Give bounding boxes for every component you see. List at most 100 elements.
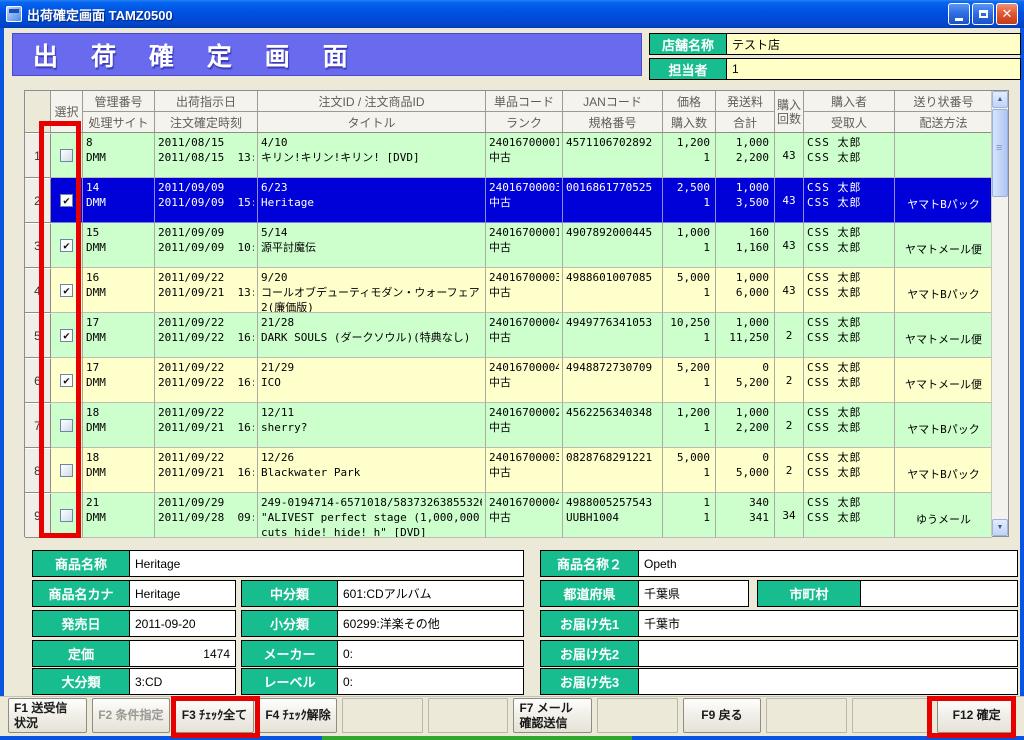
field-dai-bunrui[interactable]: 3:CD — [130, 669, 235, 694]
field-maker[interactable]: 0: — [338, 641, 523, 666]
detail-label-hatsubaibi: 発売日 — [33, 611, 130, 636]
field-sho-bunrui[interactable]: 60299:洋楽その他 — [338, 611, 523, 636]
row-number[interactable]: 1 — [25, 133, 51, 178]
date-cell-line1: 2011/08/15 — [158, 135, 254, 150]
field-otodokesaki3[interactable] — [639, 669, 1017, 694]
row-checkbox[interactable]: ✔ — [60, 329, 73, 342]
row-number[interactable]: 3 — [25, 223, 51, 268]
table-row[interactable]: 718DMM2011/09/222011/09/21 16:4612/11she… — [25, 403, 992, 448]
field-shohin-meisho[interactable]: Heritage — [130, 551, 523, 576]
staff-field[interactable]: 1 — [727, 59, 1020, 79]
f3-button[interactable]: F3 ﾁｪｯｸ全て — [175, 698, 254, 733]
date-cell-line1: 2011/09/29 — [158, 495, 254, 510]
f1-button[interactable]: F1 送受信状況 — [8, 698, 87, 733]
row-checkbox[interactable]: ✔ — [60, 284, 73, 297]
invoice-cell-line2: ヤマトBパック — [898, 422, 989, 437]
table-row[interactable]: 6✔17DMM2011/09/222011/09/22 16:3221/29IC… — [25, 358, 992, 403]
field-otodokesaki2[interactable] — [639, 641, 1017, 666]
table-row[interactable]: 818DMM2011/09/222011/09/21 16:4612/26Bla… — [25, 448, 992, 493]
times-value: 2 — [786, 463, 793, 478]
row-checkbox[interactable]: ✔ — [60, 194, 73, 207]
field-shichoson[interactable] — [861, 581, 1017, 606]
row-checkbox[interactable] — [60, 419, 73, 432]
row-number[interactable]: 2 — [25, 178, 51, 223]
row-checkbox[interactable]: ✔ — [60, 239, 73, 252]
kanri-cell-line2: DMM — [86, 420, 151, 435]
table-row[interactable]: 921DMM2011/09/292011/09/28 09:35249-0194… — [25, 493, 992, 538]
price-cell: 1,2001 — [663, 403, 716, 448]
detail-pair-shohin-kana: 商品名カナHeritage — [32, 580, 236, 607]
row-number[interactable]: 6 — [25, 358, 51, 403]
field-otodokesaki1[interactable]: 千葉市 — [639, 611, 1017, 636]
f7-button[interactable]: F7 メール確認送信 — [513, 698, 592, 733]
detail-label-chu-bunrui: 中分類 — [242, 581, 338, 606]
kanri-cell: 18DMM — [83, 403, 155, 448]
times-cell: 2 — [775, 313, 804, 358]
vertical-scrollbar[interactable]: ▲ ▼ — [991, 91, 1008, 536]
detail-pair-otodokesaki2: お届け先2 — [540, 640, 1018, 667]
times-cell: 34 — [775, 493, 804, 538]
fee-cell-line2: 11,250 — [719, 330, 769, 345]
price-cell-line1: 1,200 — [666, 135, 710, 150]
row-checkbox[interactable] — [60, 149, 73, 162]
maximize-button[interactable] — [972, 3, 994, 25]
field-todofuken[interactable]: 千葉県 — [639, 581, 748, 606]
table-row[interactable]: 2✔14DMM2011/09/092011/09/09 15:236/23Her… — [25, 178, 992, 223]
select-cell — [51, 403, 83, 448]
jan-cell-line1: 4988005257543 — [566, 495, 659, 510]
row-checkbox[interactable]: ✔ — [60, 374, 73, 387]
scrollbar-thumb[interactable] — [992, 109, 1008, 197]
row-checkbox[interactable] — [60, 509, 73, 522]
buyer-cell-line2: CSS 太郎 — [807, 510, 891, 525]
function-slot-empty — [766, 698, 847, 733]
date-cell-line1: 2011/09/09 — [158, 225, 254, 240]
field-shohin-kana[interactable]: Heritage — [130, 581, 235, 606]
close-button[interactable]: ✕ — [996, 3, 1018, 25]
invoice-cell-line1 — [898, 135, 989, 150]
store-name-field[interactable]: テスト店 — [727, 34, 1020, 54]
f9-label-0: F9 戻る — [701, 708, 742, 723]
row-number[interactable]: 8 — [25, 448, 51, 493]
jan-cell: 4948872730709 — [563, 358, 663, 403]
table-header: 選択 管理番号 処理サイト 出荷指示日 注文確定時刻 注文ID / 注文商品ID… — [25, 91, 992, 133]
price-cell-line2: 1 — [666, 285, 710, 300]
invoice-cell-line2: ヤマトメール便 — [898, 332, 989, 347]
table-row[interactable]: 3✔15DMM2011/09/092011/09/09 10:435/14源平討… — [25, 223, 992, 268]
fee-cell-line1: 1,000 — [719, 315, 769, 330]
row-number[interactable]: 7 — [25, 403, 51, 448]
row-number[interactable]: 5 — [25, 313, 51, 358]
invoice-cell: ヤマトBパック — [895, 448, 992, 493]
f12-button[interactable]: F12 確定 — [937, 698, 1016, 733]
scroll-up-icon[interactable]: ▲ — [992, 91, 1008, 108]
table-row[interactable]: 4✔16DMM2011/09/222011/09/21 13:119/20コール… — [25, 268, 992, 313]
kanri-cell-line1: 17 — [86, 360, 151, 375]
store-name-label: 店舗名称 — [650, 34, 727, 54]
minimize-button[interactable] — [948, 3, 970, 25]
field-teika[interactable]: 1474 — [130, 641, 235, 666]
f9-button[interactable]: F9 戻る — [683, 698, 762, 733]
order-cell-line2: sherry? — [261, 420, 482, 435]
field-shohin-meisho2[interactable]: Opeth — [639, 551, 1017, 576]
table-row[interactable]: 18DMM2011/08/152011/08/15 13:114/10キリン!キ… — [25, 133, 992, 178]
row-number[interactable]: 9 — [25, 493, 51, 538]
f2-button[interactable]: F2 条件指定 — [92, 698, 171, 733]
price-cell-line2: 1 — [666, 510, 710, 525]
order-cell-line1: 21/29 — [261, 360, 482, 375]
order-cell-line2: キリン!キリン!キリン! [DVD] — [261, 150, 482, 165]
f4-button[interactable]: F4 ﾁｪｯｸ解除 — [259, 698, 338, 733]
fee-cell-line2: 3,500 — [719, 195, 769, 210]
select-cell: ✔ — [51, 223, 83, 268]
scroll-down-icon[interactable]: ▼ — [992, 519, 1008, 536]
invoice-cell-line2: ヤマトBパック — [898, 287, 989, 302]
jan-cell-line2 — [566, 195, 659, 210]
kanri-cell-line1: 21 — [86, 495, 151, 510]
fee-cell-line2: 1,160 — [719, 240, 769, 255]
row-number[interactable]: 4 — [25, 268, 51, 313]
field-chu-bunrui[interactable]: 601:CDアルバム — [338, 581, 523, 606]
order-cell: 21/28DARK SOULS (ダークソウル)(特典なし) — [258, 313, 486, 358]
field-hatsubaibi[interactable]: 2011-09-20 — [130, 611, 235, 636]
table-row[interactable]: 5✔17DMM2011/09/222011/09/22 16:3221/28DA… — [25, 313, 992, 358]
date-cell-line1: 2011/09/09 — [158, 180, 254, 195]
row-checkbox[interactable] — [60, 464, 73, 477]
field-label-field[interactable]: 0: — [338, 669, 523, 694]
